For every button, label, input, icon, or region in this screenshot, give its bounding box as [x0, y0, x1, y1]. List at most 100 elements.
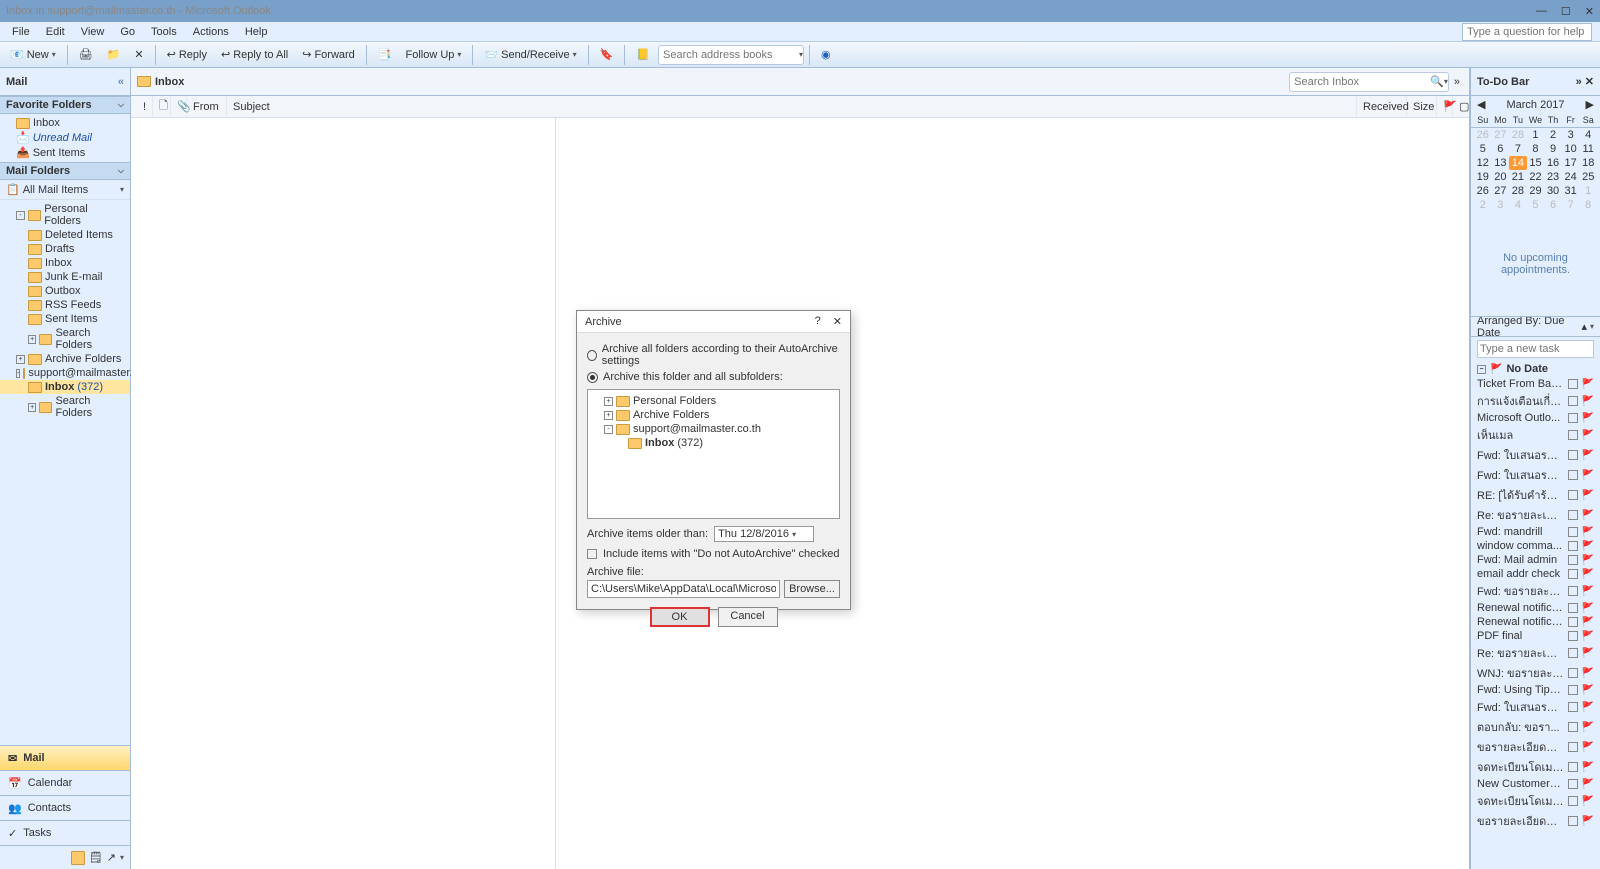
cal-cell[interactable]: 25: [1579, 170, 1597, 184]
task-item[interactable]: Renewal notifica...🚩: [1471, 615, 1600, 629]
cal-cell[interactable]: 12: [1474, 156, 1492, 170]
task-item[interactable]: ขอรายละเอียดสำห...🚩: [1471, 737, 1600, 757]
task-checkbox[interactable]: [1568, 702, 1578, 712]
favorite-folders-header[interactable]: Favorite Folders⌵: [0, 96, 130, 114]
module-calendar[interactable]: 📅Calendar: [0, 770, 130, 795]
forward-button[interactable]: ↪Forward: [296, 45, 361, 64]
flag-icon[interactable]: 📑: [372, 45, 398, 64]
flag-icon[interactable]: 🚩: [1582, 430, 1594, 441]
nav-folder[interactable]: -support@mailmaster.co: [0, 366, 130, 380]
task-checkbox[interactable]: [1568, 742, 1578, 752]
reply-button[interactable]: ↩Reply: [161, 45, 213, 64]
task-item[interactable]: Fwd: ใบเสนอราค...🚩: [1471, 445, 1600, 465]
task-item[interactable]: ตอบกลับ: ขอรา...🚩: [1471, 717, 1600, 737]
search-icon[interactable]: 🔍: [1430, 75, 1444, 88]
col-category-icon[interactable]: ▢: [1453, 96, 1469, 117]
menu-view[interactable]: View: [73, 24, 113, 40]
module-contacts[interactable]: 👥Contacts: [0, 795, 130, 820]
address-search-input[interactable]: [659, 49, 799, 61]
nav-folder[interactable]: +Archive Folders: [0, 352, 130, 366]
cal-prev-icon[interactable]: ◀: [1477, 98, 1485, 111]
task-item[interactable]: Fwd: ขอรายละเอี...🚩: [1471, 581, 1600, 601]
flag-icon[interactable]: 🚩: [1582, 555, 1594, 566]
configure-icon[interactable]: ▾: [120, 853, 124, 862]
expand-icon[interactable]: -: [16, 211, 25, 220]
cal-cell[interactable]: 26: [1474, 184, 1492, 198]
nav-folder[interactable]: Outbox: [0, 284, 130, 298]
col-importance[interactable]: !: [137, 96, 153, 117]
shortcuts-icon[interactable]: ↗: [107, 851, 116, 864]
cal-cell[interactable]: 1: [1527, 128, 1545, 142]
task-item[interactable]: New Customer : ...🚩: [1471, 777, 1600, 791]
cal-cell[interactable]: 10: [1562, 142, 1580, 156]
task-group-nodate[interactable]: − 🚩No Date: [1471, 361, 1600, 377]
expand-icon[interactable]: +: [604, 411, 613, 420]
flag-icon[interactable]: 🚩: [1582, 668, 1594, 679]
flag-icon[interactable]: 🚩: [1582, 450, 1594, 461]
task-checkbox[interactable]: [1568, 379, 1578, 389]
send-receive-button[interactable]: 📨Send/Receive ▾: [478, 45, 582, 64]
new-task-input[interactable]: [1477, 340, 1594, 358]
categorize-icon[interactable]: 🔖: [594, 45, 620, 64]
nav-folder[interactable]: -Personal Folders: [0, 202, 130, 228]
col-received[interactable]: Received: [1357, 96, 1407, 117]
expand-icon[interactable]: +: [604, 397, 613, 406]
nav-folder[interactable]: Drafts: [0, 242, 130, 256]
nav-folder[interactable]: +Search Folders: [0, 326, 130, 352]
flag-icon[interactable]: 🚩: [1582, 631, 1594, 642]
flag-icon[interactable]: 🚩: [1582, 742, 1594, 753]
sort-icon[interactable]: ▴: [1581, 320, 1587, 333]
task-item[interactable]: WNJ: ขอรายละเอี...🚩: [1471, 663, 1600, 683]
module-tasks[interactable]: ✓Tasks: [0, 820, 130, 845]
col-attachment[interactable]: 📎: [171, 96, 187, 117]
cal-cell[interactable]: 17: [1562, 156, 1580, 170]
archive-file-input[interactable]: [587, 580, 780, 598]
task-item[interactable]: ขอรายละเอียดสำห...🚩: [1471, 811, 1600, 831]
dialog-folder-tree[interactable]: + Personal Folders+ Archive Folders- sup…: [587, 389, 840, 519]
folder-icon[interactable]: [71, 851, 85, 865]
task-checkbox[interactable]: [1568, 470, 1578, 480]
task-item[interactable]: จดทะเบียนโดเมน...🚩: [1471, 791, 1600, 811]
calendar-grid[interactable]: 2627281234567891011121314151617181920212…: [1471, 128, 1600, 212]
chevron-up-icon[interactable]: ⌵: [118, 100, 124, 110]
expand-icon[interactable]: +: [16, 355, 25, 364]
menu-actions[interactable]: Actions: [185, 24, 237, 40]
flag-icon[interactable]: 🚩: [1582, 648, 1594, 659]
col-flag-icon[interactable]: 🚩: [1437, 96, 1453, 117]
cal-cell[interactable]: 13: [1492, 156, 1510, 170]
new-button[interactable]: 📧New ▾: [4, 45, 62, 64]
flag-icon[interactable]: 🚩: [1582, 816, 1594, 827]
cal-cell[interactable]: 9: [1544, 142, 1562, 156]
task-item[interactable]: Re: ขอรายละเอียด...🚩: [1471, 505, 1600, 525]
task-checkbox[interactable]: [1568, 450, 1578, 460]
cal-cell[interactable]: 18: [1579, 156, 1597, 170]
flag-icon[interactable]: 🚩: [1582, 762, 1594, 773]
collapse-icon[interactable]: −: [1477, 365, 1486, 374]
cal-cell[interactable]: 2: [1474, 198, 1492, 212]
nav-folder[interactable]: +Search Folders: [0, 394, 130, 420]
cal-cell[interactable]: 29: [1527, 184, 1545, 198]
task-checkbox[interactable]: [1568, 816, 1578, 826]
browse-button[interactable]: Browse...: [784, 580, 840, 598]
menu-help[interactable]: Help: [237, 24, 276, 40]
task-checkbox[interactable]: [1568, 586, 1578, 596]
task-item[interactable]: email addr check🚩: [1471, 567, 1600, 581]
col-from[interactable]: From: [187, 96, 227, 117]
task-item[interactable]: Fwd: Mail admin🚩: [1471, 553, 1600, 567]
col-size[interactable]: Size: [1407, 96, 1437, 117]
cal-cell[interactable]: 28: [1509, 128, 1527, 142]
cal-cell[interactable]: 14: [1509, 156, 1527, 170]
task-checkbox[interactable]: [1568, 413, 1578, 423]
task-item[interactable]: Fwd: ใบเสนอราค...🚩: [1471, 465, 1600, 485]
menu-file[interactable]: File: [4, 24, 38, 40]
cal-cell[interactable]: 27: [1492, 184, 1510, 198]
radio-icon[interactable]: [587, 372, 598, 383]
cal-cell[interactable]: 20: [1492, 170, 1510, 184]
flag-icon[interactable]: 🚩: [1582, 541, 1594, 552]
cal-cell[interactable]: 4: [1509, 198, 1527, 212]
cal-next-icon[interactable]: ▶: [1586, 98, 1594, 111]
cal-cell[interactable]: 21: [1509, 170, 1527, 184]
radio-all-folders[interactable]: Archive all folders according to their A…: [587, 341, 840, 369]
flag-icon[interactable]: 🚩: [1582, 779, 1594, 790]
module-mail[interactable]: ✉Mail: [0, 745, 130, 770]
